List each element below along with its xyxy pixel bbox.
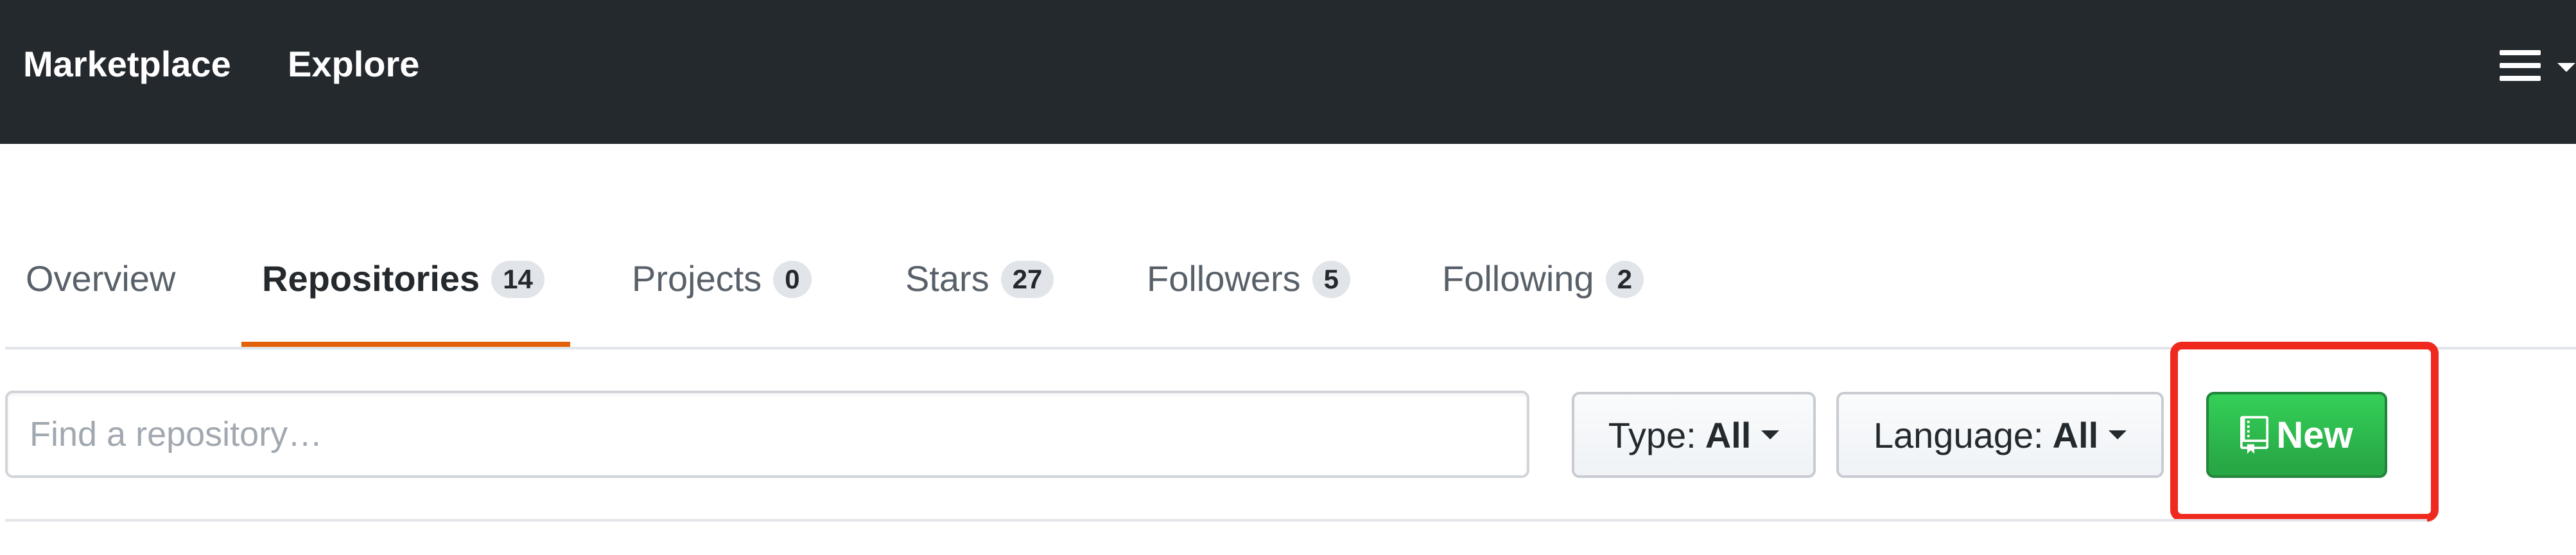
hamburger-menu-icon[interactable] [2500, 50, 2545, 82]
tab-following[interactable]: Following 2 [1442, 253, 1644, 330]
type-filter-dropdown[interactable]: Type: All [1572, 392, 1816, 478]
stars-count-badge: 27 [1000, 261, 1054, 298]
language-filter-dropdown[interactable]: Language: All [1836, 392, 2164, 478]
nav-link-explore[interactable]: Explore [288, 46, 419, 82]
type-filter-value: All [1705, 414, 1752, 455]
repositories-count-badge: 14 [491, 261, 544, 298]
repository-search-input[interactable] [5, 391, 1529, 478]
tab-label: Repositories [262, 258, 480, 299]
followers-count-badge: 5 [1312, 261, 1350, 298]
chevron-down-icon [1761, 430, 1780, 439]
tab-label: Stars [905, 258, 989, 299]
type-filter-label: Type: [1608, 414, 1696, 455]
tab-followers[interactable]: Followers 5 [1147, 253, 1350, 330]
tab-overview[interactable]: Overview [26, 253, 175, 330]
language-filter-value: All [2052, 414, 2099, 455]
tab-projects[interactable]: Projects 0 [632, 253, 812, 330]
list-divider [5, 519, 2427, 522]
menu-caret-icon[interactable] [2557, 63, 2575, 72]
tab-label: Overview [26, 258, 176, 299]
language-filter-label: Language: [1873, 414, 2044, 455]
projects-count-badge: 0 [773, 261, 812, 298]
tab-label: Projects [632, 258, 762, 299]
tab-repositories[interactable]: Repositories 14 [262, 253, 544, 330]
tab-label: Followers [1147, 258, 1301, 299]
highlight-annotation-box [2170, 342, 2439, 522]
following-count-badge: 2 [1605, 261, 1644, 298]
chevron-down-icon [2109, 430, 2127, 439]
tab-stars[interactable]: Stars 27 [905, 253, 1054, 330]
nav-link-marketplace[interactable]: Marketplace [23, 46, 231, 82]
tab-label: Following [1442, 258, 1594, 299]
selected-tab-underline [241, 342, 570, 347]
top-header: Marketplace Explore [0, 0, 2576, 144]
profile-tabs: Overview Repositories 14 Projects 0 Star… [0, 144, 2576, 349]
